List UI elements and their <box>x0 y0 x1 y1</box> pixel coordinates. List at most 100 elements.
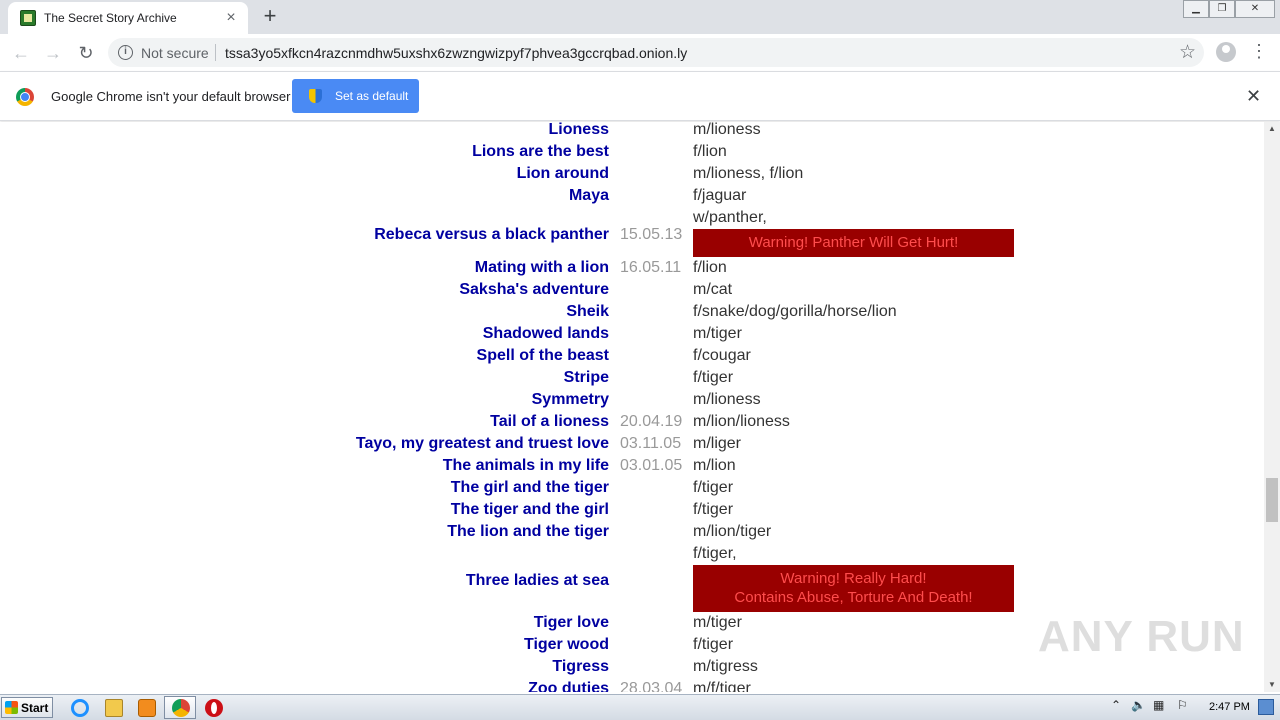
story-title-link[interactable]: The lion and the tiger <box>447 523 609 541</box>
back-arrow-icon[interactable]: ← <box>8 40 34 66</box>
story-tags: m/tiger <box>693 614 742 631</box>
story-tags: f/snake/dog/gorilla/horse/lion <box>693 303 897 320</box>
close-window-button[interactable]: ✕ <box>1235 0 1275 18</box>
story-tags: f/tiger <box>693 501 734 518</box>
chrome-icon <box>172 699 190 717</box>
opera-icon[interactable] <box>205 699 223 717</box>
story-tags: f/cougar <box>693 347 751 364</box>
story-title-link[interactable]: Tail of a lioness <box>490 413 609 431</box>
start-button[interactable]: Start <box>1 697 53 718</box>
scroll-down-arrow-icon[interactable]: ▼ <box>1264 678 1280 692</box>
page-viewport: Lioness m/lioness Lions are the best f/lion… <box>0 122 1264 692</box>
show-desktop-icon[interactable] <box>1258 699 1274 715</box>
story-title-link[interactable]: Sheik <box>566 303 609 321</box>
story-title-link[interactable]: Saksha's adventure <box>459 281 609 299</box>
reload-icon[interactable]: ↻ <box>73 40 99 66</box>
chrome-logo-icon <box>16 88 34 106</box>
file-explorer-icon[interactable] <box>105 699 123 717</box>
action-center-flag-icon[interactable]: ⚐ <box>1177 698 1188 712</box>
address-bar[interactable]: i Not secure tssa3yo5xfkcn4razcnmdhw5uxs… <box>108 38 1204 67</box>
story-title-link[interactable]: Zoo duties <box>528 680 609 692</box>
story-title-link[interactable]: Shadowed lands <box>483 325 609 343</box>
taskbar-clock[interactable]: 2:47 PM <box>1209 701 1250 713</box>
vertical-scrollbar[interactable]: ▲ ▼ <box>1264 122 1280 692</box>
story-title-link[interactable]: Lion around <box>517 165 609 183</box>
show-hidden-icons-icon[interactable]: ⌃ <box>1111 698 1121 712</box>
default-browser-infobar: Google Chrome isn't your default browser… <box>0 71 1280 121</box>
volume-icon[interactable]: 🔈 <box>1131 698 1146 712</box>
story-row: Rebeca versus a black panther 15.05.13 w/p… <box>0 207 1264 257</box>
story-row: Mating with a lion 16.05.11 f/lion <box>0 257 1264 279</box>
anyrun-watermark: ANY RUN <box>1038 612 1245 661</box>
set-as-default-button[interactable]: Set as default <box>292 79 419 113</box>
minimize-window-button[interactable]: ▁ <box>1183 0 1209 18</box>
set-as-default-label: Set as default <box>335 89 409 103</box>
story-tags: w/panther, <box>693 209 767 226</box>
story-row: The tiger and the girl f/tiger <box>0 499 1264 521</box>
story-row: Maya f/jaguar <box>0 185 1264 207</box>
story-title-link[interactable]: The girl and the tiger <box>451 479 609 497</box>
story-row: Symmetry m/lioness <box>0 389 1264 411</box>
infobar-message: Google Chrome isn't your default browser <box>51 89 291 104</box>
story-tags: f/tiger, <box>693 545 737 562</box>
story-title-link[interactable]: Tiger love <box>534 614 609 632</box>
content-warning-banner: Warning! Really Hard! Contains Abuse, Tor… <box>693 565 1014 612</box>
story-row: The animals in my life 03.01.05 m/lion <box>0 455 1264 477</box>
kebab-menu-icon[interactable]: ⋮ <box>1250 40 1268 64</box>
story-title-link[interactable]: Stripe <box>564 369 609 387</box>
story-row: Saksha's adventure m/cat <box>0 279 1264 301</box>
browser-tab[interactable]: The Secret Story Archive × <box>8 2 248 34</box>
story-title-link[interactable]: Tiger wood <box>524 636 609 654</box>
story-title-link[interactable]: Symmetry <box>532 391 609 409</box>
story-tags: m/lioness <box>693 391 761 408</box>
story-tags: m/f/tiger <box>693 680 751 692</box>
new-tab-icon[interactable]: + <box>258 5 282 29</box>
story-tags: m/tiger <box>693 325 742 342</box>
story-row: Lion around m/lioness, f/lion <box>0 163 1264 185</box>
scroll-thumb[interactable] <box>1266 478 1278 522</box>
content-warning-banner: Warning! Panther Will Get Hurt! <box>693 229 1014 257</box>
story-row: Sheik f/snake/dog/gorilla/horse/lion <box>0 301 1264 323</box>
info-icon[interactable]: i <box>118 45 133 60</box>
story-tags: m/liger <box>693 435 742 452</box>
bookmark-star-icon[interactable]: ☆ <box>1179 41 1196 64</box>
story-tags: m/lioness, f/lion <box>693 165 804 182</box>
close-tab-icon[interactable]: × <box>222 9 240 27</box>
story-row: The girl and the tiger f/tiger <box>0 477 1264 499</box>
story-tags: m/lion/lioness <box>693 413 790 430</box>
windows-taskbar: Start ⌃ 🔈 ▦ ⚐ 2:47 PM <box>0 694 1280 720</box>
story-title-link[interactable]: Lions are the best <box>472 143 609 161</box>
story-row: Lioness m/lioness <box>0 122 1264 141</box>
story-title-link[interactable]: The animals in my life <box>443 457 609 475</box>
browser-toolbar: ← → ↻ i Not secure tssa3yo5xfkcn4razcnmd… <box>0 34 1280 71</box>
story-title-link[interactable]: Tigress <box>552 658 609 676</box>
story-title-link[interactable]: Three ladies at sea <box>466 572 609 590</box>
story-tags: m/lioness <box>693 122 761 138</box>
forward-arrow-icon[interactable]: → <box>40 40 66 66</box>
scroll-up-arrow-icon[interactable]: ▲ <box>1264 122 1280 136</box>
story-tags: f/lion <box>693 259 727 276</box>
profile-avatar-icon[interactable] <box>1216 42 1236 62</box>
story-title-link[interactable]: Mating with a lion <box>475 259 609 277</box>
address-divider <box>215 44 216 61</box>
story-title-link[interactable]: Rebeca versus a black panther <box>374 226 609 244</box>
story-title-link[interactable]: Lioness <box>549 122 609 139</box>
close-infobar-icon[interactable]: ✕ <box>1246 86 1261 107</box>
story-date: 03.11.05 <box>620 435 682 452</box>
network-icon[interactable]: ▦ <box>1153 698 1164 712</box>
story-tags: m/tigress <box>693 658 758 675</box>
story-title-link[interactable]: The tiger and the girl <box>451 501 609 519</box>
windows-logo-icon <box>5 701 18 714</box>
media-player-icon[interactable] <box>138 699 156 717</box>
internet-explorer-icon[interactable] <box>71 699 89 717</box>
story-title-link[interactable]: Tayo, my greatest and truest love <box>356 435 609 453</box>
story-title-link[interactable]: Spell of the beast <box>477 347 609 365</box>
story-tags: f/jaguar <box>693 187 747 204</box>
maximize-window-button[interactable]: ❐ <box>1209 0 1235 18</box>
warning-line: Contains Abuse, Torture And Death! <box>734 589 973 606</box>
security-status[interactable]: Not secure <box>141 45 209 61</box>
url-text[interactable]: tssa3yo5xfkcn4razcnmdhw5uxshx6zwzngwizpy… <box>225 45 687 61</box>
tab-strip: The Secret Story Archive × + ▁ ❐ ✕ <box>0 0 1280 34</box>
story-title-link[interactable]: Maya <box>569 187 609 205</box>
chrome-taskbar-button[interactable] <box>164 696 196 719</box>
